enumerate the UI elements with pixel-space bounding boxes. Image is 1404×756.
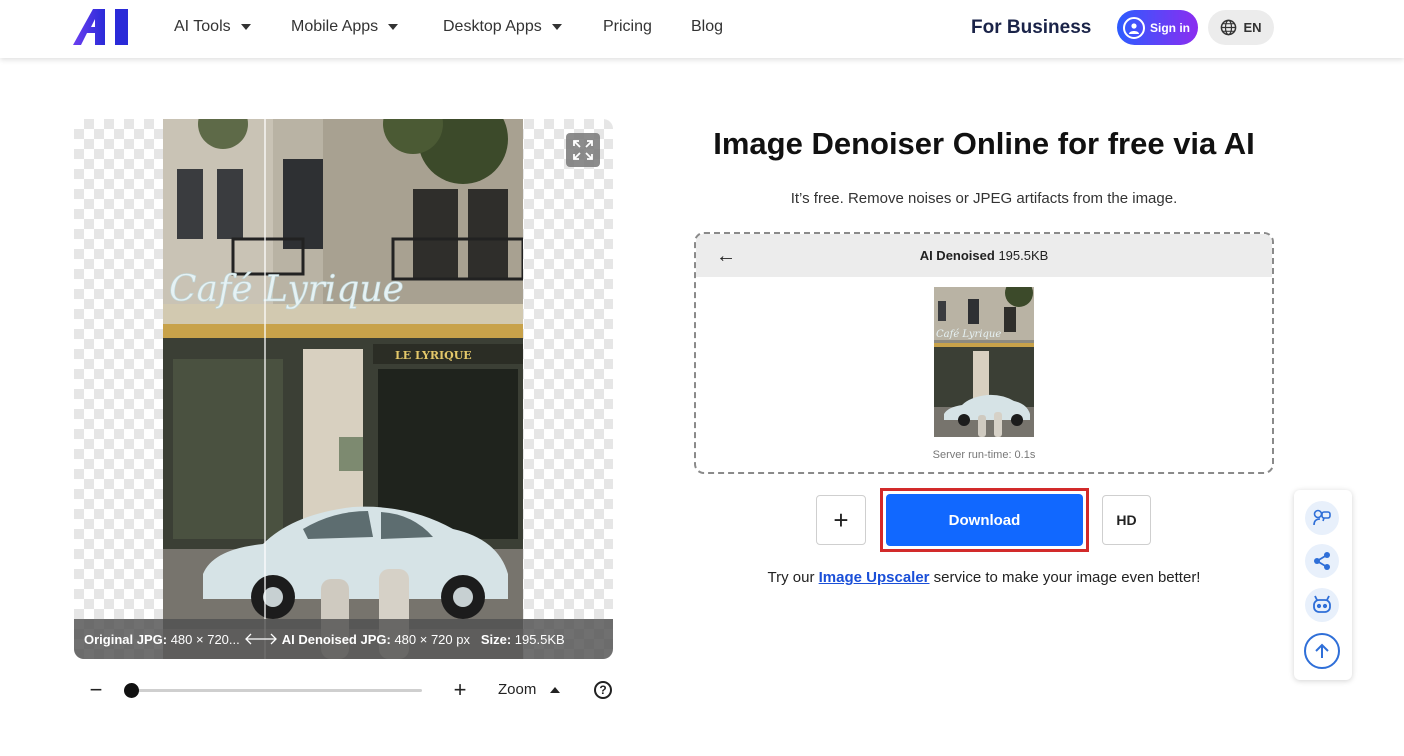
zoom-slider-handle[interactable] <box>124 683 139 698</box>
nav-ai-tools[interactable]: AI Tools <box>174 18 251 36</box>
denoised-label: AI Denoised JPG: <box>281 631 391 647</box>
feedback-icon <box>1313 509 1331 526</box>
robot-icon <box>1313 595 1331 613</box>
nav-pricing[interactable]: Pricing <box>603 18 652 36</box>
nav-mobile-apps-label: Mobile Apps <box>291 18 379 35</box>
original-value: 480 × 720... <box>170 631 240 647</box>
feedback-button[interactable] <box>1305 501 1339 535</box>
help-icon[interactable]: ? <box>594 681 612 699</box>
side-toolbar <box>1294 490 1352 680</box>
chevron-down-icon <box>551 24 562 30</box>
server-runtime: Server run-time: 0.1s <box>932 449 1036 461</box>
result-size: 195.5KB <box>998 248 1049 263</box>
expand-icon <box>573 140 593 160</box>
zoom-in-button[interactable]: + <box>449 676 471 704</box>
result-header: ← AI Denoised 195.5KB <box>696 234 1272 277</box>
nav-ai-tools-label: AI Tools <box>174 18 231 35</box>
zoom-slider-track[interactable] <box>131 689 422 692</box>
nav-blog[interactable]: Blog <box>691 18 723 36</box>
nav-blog-label: Blog <box>691 18 724 35</box>
language-selector[interactable]: EN <box>1208 10 1274 45</box>
for-business-link[interactable]: For Business <box>971 17 1091 39</box>
zoom-dropdown[interactable]: Zoom <box>498 681 561 698</box>
image-upscaler-link[interactable]: Image Upscaler <box>819 569 930 586</box>
ai-assistant-button[interactable] <box>1305 588 1339 622</box>
nav-pricing-label: Pricing <box>603 18 652 35</box>
globe-icon <box>1221 19 1237 36</box>
sign-in-label: Sign in <box>1150 20 1190 35</box>
nav-desktop-apps[interactable]: Desktop Apps <box>443 18 562 36</box>
comparison-viewer[interactable]: Café Lyrique LE LYRIQUE Original JPG: 48… <box>74 119 613 659</box>
size-value: 195.5KB <box>514 631 565 647</box>
chevron-down-icon <box>388 24 399 30</box>
tip-suffix: service to make your image even better! <box>929 569 1201 586</box>
nav-mobile-apps[interactable]: Mobile Apps <box>291 18 399 36</box>
language-label: EN <box>1243 20 1262 35</box>
double-arrow-icon <box>244 633 277 645</box>
upscaler-tip: Try our Image Upscaler service to make y… <box>694 569 1274 586</box>
logo-icon[interactable] <box>73 9 130 45</box>
denoised-value: 480 × 720 px <box>394 631 470 647</box>
svg-text:Café Lyrique: Café Lyrique <box>936 329 1001 340</box>
hd-button[interactable]: HD <box>1102 495 1151 545</box>
result-title: AI Denoised 195.5KB <box>696 248 1272 263</box>
size-label: Size: <box>480 631 512 647</box>
preview-image: Café Lyrique LE LYRIQUE <box>163 119 523 659</box>
top-nav: AI Tools Mobile Apps Desktop Apps Pricin… <box>0 0 1404 58</box>
download-button[interactable]: Download <box>886 494 1083 546</box>
arrow-up-icon <box>1315 643 1329 658</box>
image-info-bar: Original JPG: 480 × 720... AI Denoised J… <box>74 619 613 659</box>
cafe-sign-text: Café Lyrique <box>169 269 404 310</box>
zoom-out-button[interactable]: − <box>86 676 106 704</box>
share-icon <box>1314 552 1330 570</box>
page-title: Image Denoiser Online for free via AI <box>713 126 1255 161</box>
result-panel: ← AI Denoised 195.5KB Café Lyrique Serve… <box>694 232 1274 474</box>
scroll-top-button[interactable] <box>1304 633 1340 669</box>
result-thumbnail[interactable]: Café Lyrique <box>934 287 1034 437</box>
result-title-bold: AI Denoised <box>919 248 995 263</box>
share-button[interactable] <box>1305 544 1339 578</box>
page-subtitle: It’s free. Remove noises or JPEG artifac… <box>790 190 1178 207</box>
original-label: Original JPG: <box>84 631 168 647</box>
sign-in-button[interactable]: Sign in <box>1117 10 1198 45</box>
chevron-up-icon <box>550 686 561 693</box>
add-image-button[interactable]: + <box>816 495 866 545</box>
tip-prefix: Try our <box>767 569 819 586</box>
shop-sign-text: LE LYRIQUE <box>395 349 472 362</box>
user-icon <box>1123 16 1145 39</box>
nav-desktop-apps-label: Desktop Apps <box>443 18 542 35</box>
zoom-label: Zoom <box>498 681 537 698</box>
fullscreen-button[interactable] <box>566 133 600 167</box>
chevron-down-icon <box>240 24 251 30</box>
